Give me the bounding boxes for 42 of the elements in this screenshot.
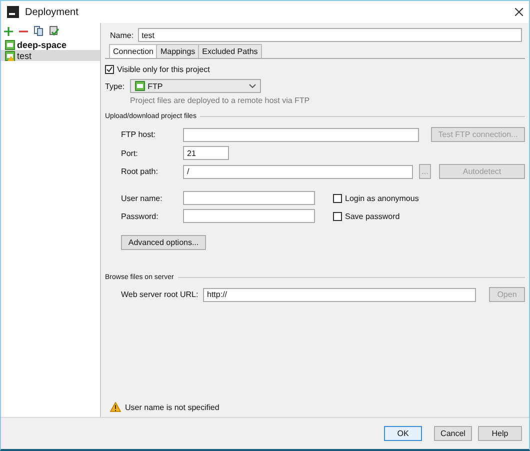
name-label: Name: [110, 30, 134, 40]
checkbox-label[interactable]: Save password [345, 212, 400, 220]
window-title: Deployment [25, 6, 80, 18]
web-url-field[interactable]: http:// [203, 288, 476, 302]
chevron-down-icon [248, 84, 256, 88]
type-dropdown[interactable]: FTP [130, 79, 261, 93]
checkbox[interactable] [333, 194, 342, 202]
dialog-button[interactable]: Cancel [434, 426, 472, 441]
advanced-options-button[interactable]: Advanced options... [121, 235, 206, 250]
port-field[interactable]: 21 [183, 146, 229, 160]
tab[interactable]: Connection [109, 44, 158, 58]
name-field[interactable]: test [138, 28, 522, 42]
tab[interactable]: Excluded Paths [198, 44, 262, 58]
checkbox-label[interactable]: Login as anonymous [345, 194, 419, 202]
ftp-host-field[interactable] [183, 128, 419, 142]
copy-icon[interactable] [34, 26, 43, 36]
checkbox[interactable] [333, 212, 342, 220]
web-url-label: Web server root URL: [121, 290, 199, 299]
ftp-host-label: FTP host: [121, 130, 157, 139]
document-check-icon[interactable] [49, 26, 59, 36]
app-logo-icon [7, 6, 19, 18]
password-label: Password: [121, 212, 160, 220]
checkbox[interactable] [105, 65, 114, 74]
add-icon[interactable] [4, 26, 13, 36]
server-icon [134, 81, 145, 91]
server-item[interactable]: test [1, 50, 100, 61]
user-name-field[interactable] [183, 191, 315, 205]
server-item[interactable]: deep-space [1, 39, 100, 50]
user-name-label: User name: [121, 194, 164, 202]
type-hint: Project files are deployed to a remote host via FTP [130, 96, 310, 105]
dialog-button[interactable]: OK [384, 426, 422, 441]
tab[interactable]: Mappings [156, 44, 200, 58]
port-label: Port: [121, 148, 139, 158]
warning-icon [110, 402, 121, 412]
root-path-label: Root path: [121, 167, 159, 176]
checkbox-label[interactable]: Visible only for this project [117, 65, 210, 74]
type-label: Type: [105, 82, 125, 90]
close-icon[interactable] [515, 8, 523, 16]
password-field[interactable] [183, 209, 315, 223]
status-message: User name is not specified [125, 402, 220, 412]
dialog-button[interactable]: Help [478, 426, 522, 441]
root-path-field[interactable]: / [183, 164, 413, 178]
